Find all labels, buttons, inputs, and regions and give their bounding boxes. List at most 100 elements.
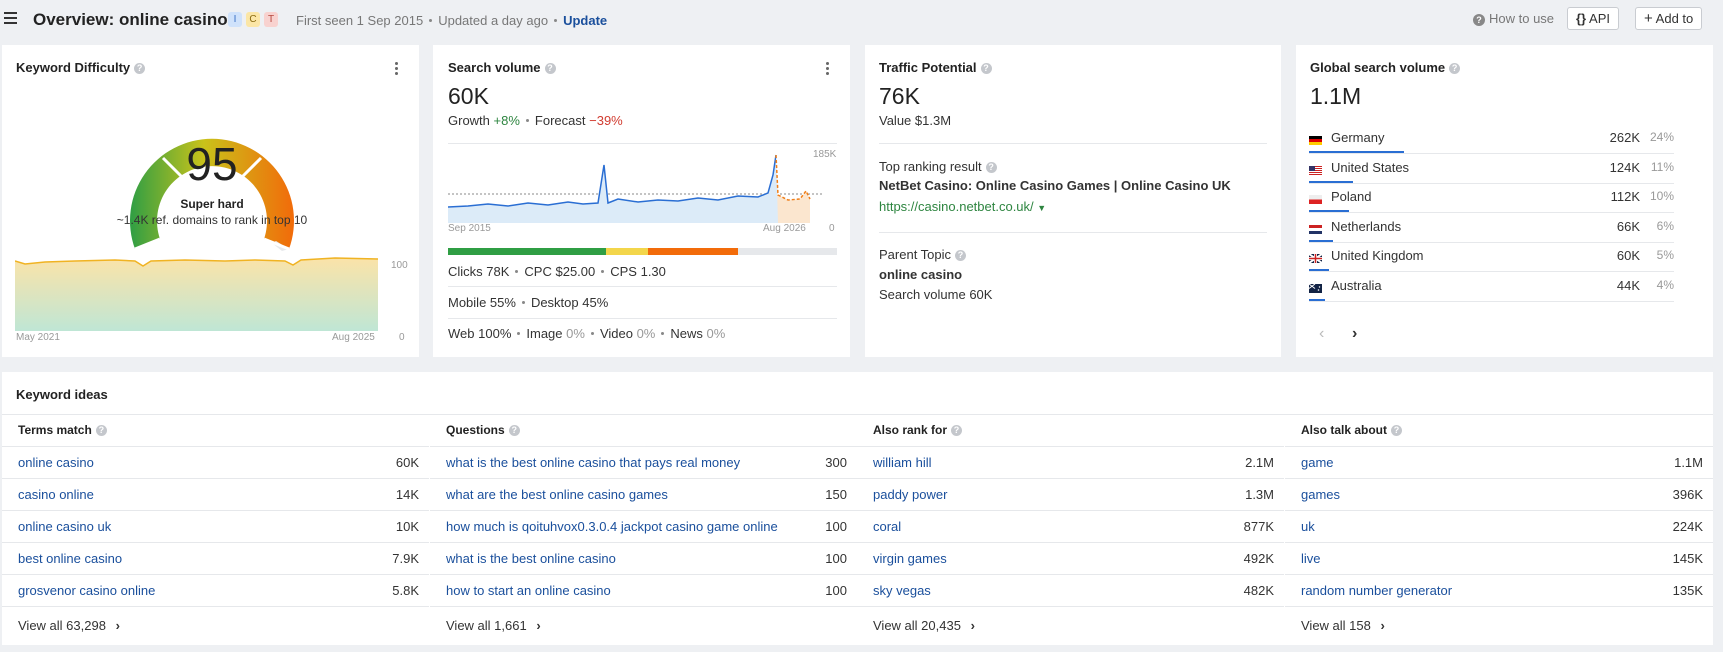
flag-icon: [1308, 281, 1322, 293]
country-name: Germany: [1331, 130, 1385, 145]
country-row[interactable]: Poland 112K 10%: [1296, 182, 1686, 213]
view-all-link[interactable]: View all 1,661 ›: [446, 618, 541, 633]
keyword-difficulty-card: Keyword Difficulty? 95 Super hard ~1.4K …: [2, 45, 419, 357]
keyword-link[interactable]: online casino uk: [18, 519, 111, 534]
traffic-potential-card: Traffic Potential? 76K Value $1.3M Top r…: [865, 45, 1281, 357]
card-title: Global search volume?: [1310, 60, 1461, 75]
parent-topic-link[interactable]: online casino: [879, 267, 962, 282]
keyword-volume: 1.3M: [1245, 487, 1274, 502]
column-header: Terms match?: [18, 423, 107, 437]
country-volume: 124K: [1609, 159, 1640, 175]
help-icon[interactable]: ?: [134, 63, 146, 74]
view-all-link[interactable]: View all 63,298 ›: [18, 618, 120, 633]
country-volume: 60K: [1616, 248, 1640, 263]
keyword-link[interactable]: random number generator: [1301, 583, 1452, 598]
country-share: 5%: [1656, 248, 1674, 262]
help-icon[interactable]: ?: [1391, 425, 1403, 436]
keyword-link[interactable]: virgin games: [873, 551, 947, 566]
country-row[interactable]: United Kingdom 60K 5%: [1296, 241, 1686, 272]
keyword-link[interactable]: best online casino: [18, 551, 122, 566]
keyword-link[interactable]: uk: [1301, 519, 1315, 534]
country-row[interactable]: United States 124K 11%: [1296, 153, 1686, 184]
help-icon[interactable]: ?: [955, 250, 967, 261]
how-to-use-link[interactable]: ? How to use: [1473, 11, 1554, 26]
keyword-row: online casino uk 10K: [2, 510, 429, 542]
x-axis-end: Aug 2025: [332, 332, 375, 343]
global-volume-value: 1.1M: [1310, 83, 1362, 109]
page-title: Overview: online casino: [33, 10, 228, 29]
keyword-link[interactable]: paddy power: [873, 487, 947, 502]
keyword-row: virgin games 492K: [857, 542, 1284, 574]
keyword-link[interactable]: william hill: [873, 455, 932, 470]
help-icon[interactable]: ?: [544, 63, 556, 74]
keyword-volume: 60K: [395, 455, 419, 470]
top-ranking-url[interactable]: https://casino.netbet.co.uk/ ▼: [879, 199, 1046, 214]
country-name: United Kingdom: [1331, 248, 1424, 263]
search-volume-value: 60K: [448, 83, 489, 109]
keyword-link[interactable]: games: [1301, 487, 1340, 502]
keyword-link[interactable]: game: [1301, 455, 1334, 470]
intent-badge-commercial: C: [246, 12, 260, 27]
card-title: Search volume?: [448, 60, 556, 75]
parent-topic-volume: Search volume 60K: [879, 287, 993, 302]
keyword-link[interactable]: online casino: [18, 455, 94, 470]
y-axis-bottom: 0: [829, 223, 835, 234]
help-icon[interactable]: ?: [985, 162, 997, 173]
keyword-row: paddy power 1.3M: [857, 478, 1284, 510]
device-line: Mobile 55% Desktop 45%: [448, 295, 609, 310]
keyword-link[interactable]: what are the best online casino games: [446, 487, 668, 502]
keyword-link[interactable]: coral: [873, 519, 901, 534]
keyword-link[interactable]: casino online: [18, 487, 94, 502]
help-icon[interactable]: ?: [1449, 63, 1461, 74]
help-icon[interactable]: ?: [95, 425, 107, 436]
menu-icon[interactable]: [4, 12, 17, 24]
global-search-volume-card: Global search volume? 1.1M Germany 262K 24…: [1296, 45, 1713, 357]
next-page-icon[interactable]: ›: [1352, 325, 1357, 343]
chevron-right-icon: ›: [536, 618, 541, 633]
help-icon[interactable]: ?: [951, 425, 963, 436]
keyword-ideas-column: Also rank for? william hill 2.1M paddy powe…: [857, 414, 1284, 645]
top-ranking-title-link[interactable]: NetBet Casino: Online Casino Games | Onl…: [879, 178, 1231, 193]
add-to-button[interactable]: + Add to: [1635, 7, 1703, 30]
help-icon[interactable]: ?: [508, 425, 520, 436]
country-row[interactable]: Netherlands 66K 6%: [1296, 212, 1686, 243]
difficulty-history-chart: [15, 257, 379, 331]
keyword-ideas-card: Keyword ideas Terms match? online casino 6…: [2, 372, 1713, 645]
prev-page-icon[interactable]: ‹: [1319, 325, 1324, 343]
view-all-link[interactable]: View all 20,435 ›: [873, 618, 975, 633]
keyword-link[interactable]: sky vegas: [873, 583, 931, 598]
keyword-link[interactable]: how to start an online casino: [446, 583, 611, 598]
keyword-volume: 135K: [1672, 583, 1703, 598]
country-row[interactable]: Australia 44K 4%: [1296, 271, 1686, 302]
keyword-link[interactable]: live: [1301, 551, 1321, 566]
column-header: Also rank for?: [873, 423, 963, 437]
country-row[interactable]: Germany 262K 24%: [1296, 123, 1686, 154]
share-bar: [1309, 298, 1325, 301]
column-header: Questions?: [446, 423, 520, 437]
country-name: United States: [1331, 159, 1410, 175]
country-share: 6%: [1656, 218, 1674, 233]
keyword-link[interactable]: what is the best online casino that pays…: [446, 455, 740, 470]
x-axis-start: Sep 2015: [448, 223, 491, 234]
keyword-volume: 5.8K: [392, 583, 419, 598]
keyword-ideas-column: Also talk about? game 1.1M games 396K uk 224K l…: [1285, 414, 1713, 645]
help-icon[interactable]: ?: [980, 63, 992, 74]
update-link[interactable]: Update: [563, 13, 607, 28]
difficulty-level: Super hard: [180, 197, 244, 211]
api-button[interactable]: {} API: [1567, 7, 1619, 30]
country-share: 10%: [1649, 189, 1674, 203]
flag-icon: [1308, 251, 1323, 264]
kebab-menu-icon[interactable]: [826, 62, 829, 77]
keyword-row: game 1.1M: [1285, 446, 1713, 478]
keyword-row: casino online 14K: [2, 478, 429, 510]
view-all-link[interactable]: View all 158 ›: [1301, 618, 1385, 633]
intent-badge-informational: I: [228, 12, 242, 27]
top-bar: Overview: online casino I C T First seen…: [0, 0, 1723, 40]
kebab-menu-icon[interactable]: [395, 62, 398, 77]
keyword-link[interactable]: how much is qoituhvox0.3.0.4 jackpot cas…: [446, 519, 778, 534]
keyword-link[interactable]: what is the best online casino: [446, 551, 616, 566]
card-title: Keyword Difficulty?: [16, 60, 146, 75]
keyword-link[interactable]: grosvenor casino online: [18, 583, 155, 598]
country-share: 4%: [1656, 277, 1674, 292]
keyword-volume: 482K: [1243, 583, 1274, 598]
